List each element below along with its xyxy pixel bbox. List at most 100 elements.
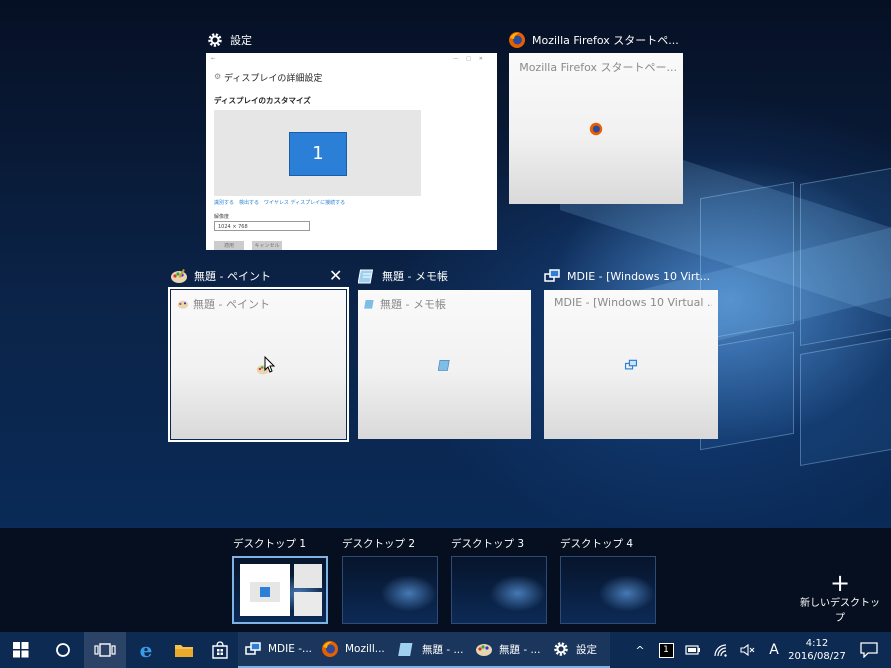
display-links: 識別する 検出する ワイヤレス ディスプレイに接続する <box>214 200 346 206</box>
task-view-button[interactable] <box>84 632 126 668</box>
folder-icon <box>175 645 193 657</box>
notepad-icon <box>398 643 413 656</box>
settings-panel-title: ディスプレイの詳細設定 <box>224 74 323 84</box>
apply-button: 適用 <box>214 241 244 250</box>
start-button[interactable] <box>0 632 42 668</box>
network-button[interactable] <box>707 632 735 668</box>
desktop-thumbnail-1[interactable] <box>232 556 328 624</box>
close-window-button[interactable]: ✕ <box>329 268 342 284</box>
battery-button[interactable] <box>679 632 707 668</box>
mdie-windows-icon <box>544 269 560 282</box>
window-thumbnail-mdie[interactable]: MDIE - [Windows 10 Virtual ... <box>544 290 718 439</box>
notepad-icon <box>364 300 374 309</box>
resolution-label: 解像度 <box>214 214 230 220</box>
window-title-text: 設定 <box>230 34 252 47</box>
clock-time: 4:12 <box>805 638 829 649</box>
desktop-thumbnail-3[interactable] <box>451 556 547 624</box>
monitor-1: 1 <box>289 132 347 176</box>
back-arrow-icon: ← <box>211 56 216 62</box>
mini-screen <box>260 587 270 597</box>
file-explorer-button[interactable] <box>166 632 202 668</box>
thumbnail-caption: Mozilla Firefox スタートペー... <box>519 61 677 74</box>
notepad-icon <box>358 269 374 284</box>
window-thumbnail-firefox[interactable]: Mozilla Firefox スタートペー... <box>509 53 683 204</box>
thumbnail-caption: MDIE - [Windows 10 Virtual ... <box>554 296 712 309</box>
clock-date: 2016/08/27 <box>788 651 846 662</box>
mini-window <box>294 592 322 616</box>
volume-muted-icon <box>740 643 755 657</box>
monitor-arrangement: 1 <box>214 110 421 196</box>
window-thumbnail-paint[interactable]: 無題 - ペイント <box>168 287 349 442</box>
desktop-label-2: デスクトップ 2 <box>342 538 416 550</box>
task-view-icon <box>94 643 116 657</box>
firefox-icon <box>589 122 603 135</box>
paint-palette-icon <box>177 300 189 309</box>
cancel-button: キャンセル <box>252 241 282 250</box>
taskbar-app-paint[interactable]: 無題 - ... <box>469 632 546 668</box>
mini-window <box>240 564 290 616</box>
settings-section-title: ディスプレイのカスタマイズ <box>214 96 311 105</box>
wifi-icon <box>714 644 727 657</box>
cortana-circle-icon <box>56 643 70 657</box>
action-center-button[interactable] <box>847 632 891 668</box>
gear-icon <box>554 642 568 656</box>
cortana-button[interactable] <box>42 632 84 668</box>
taskbar-app-label: MDIE -... <box>268 643 313 655</box>
battery-icon <box>685 645 700 655</box>
window-title-mdie[interactable]: MDIE - [Windows 10 Virt... <box>543 264 719 288</box>
show-hidden-icons-button[interactable]: ^ <box>627 632 653 668</box>
mdie-windows-icon <box>624 359 638 369</box>
plus-icon: + <box>829 569 851 597</box>
taskbar-app-label: Mozill... <box>345 643 385 655</box>
windows-logo-icon <box>13 642 29 658</box>
taskbar-app-firefox[interactable]: Mozill... <box>315 632 392 668</box>
taskbar-app-label: 無題 - ... <box>422 643 464 656</box>
badge-count: 1 <box>658 642 674 658</box>
gear-icon: ⚙ <box>214 72 222 81</box>
desktop-label-3: デスクトップ 3 <box>451 538 525 550</box>
mini-window <box>294 564 322 588</box>
store-button[interactable] <box>202 632 238 668</box>
virtual-desktop-strip: デスクトップ 1 デスクトップ 2 デスクトップ 3 デスクトップ 4 <box>0 528 891 632</box>
clock-button[interactable]: 4:12 2016/08/27 <box>787 632 847 668</box>
ime-mode-button[interactable]: A <box>761 632 787 668</box>
ime-mode-indicator: A <box>769 642 779 658</box>
chevron-up-icon: ^ <box>635 643 645 657</box>
window-title-text: Mozilla Firefox スタートペ... <box>532 34 679 47</box>
taskbar-app-notepad[interactable]: 無題 - ... <box>392 632 469 668</box>
firefox-icon <box>322 641 338 657</box>
new-desktop-button[interactable]: + 新しいデスクトップ <box>800 569 880 624</box>
paint-palette-icon <box>476 644 492 656</box>
window-title-notepad[interactable]: 無題 - メモ帳 <box>358 264 530 288</box>
desktop-label-4: デスクトップ 4 <box>560 538 634 550</box>
desktop-label-1: デスクトップ 1 <box>233 538 307 550</box>
thumbnail-caption: 無題 - ペイント <box>193 298 270 311</box>
notification-badge-button[interactable]: 1 <box>653 632 679 668</box>
action-center-icon <box>860 642 878 658</box>
mdie-windows-icon <box>245 642 261 655</box>
store-bag-icon <box>212 641 228 659</box>
desktop-thumbnail-2[interactable] <box>342 556 438 624</box>
edge-icon: e <box>139 638 153 662</box>
window-title-settings[interactable]: 設定 <box>206 28 496 52</box>
mouse-cursor-icon <box>264 356 276 373</box>
volume-button[interactable] <box>735 632 761 668</box>
taskbar-app-label: 設定 <box>576 643 597 656</box>
desktop-thumbnail-4[interactable] <box>560 556 656 624</box>
window-title-text: MDIE - [Windows 10 Virt... <box>567 269 711 283</box>
window-title-paint[interactable]: 無題 - ペイント <box>170 264 320 288</box>
taskbar-app-mdie[interactable]: MDIE -... <box>238 632 315 668</box>
notepad-icon <box>437 359 450 371</box>
gear-icon <box>208 33 222 47</box>
window-title-text: 無題 - ペイント <box>194 270 271 283</box>
mini-monitor-area <box>250 582 280 602</box>
window-controls: —□✕ <box>453 56 491 62</box>
paint-palette-icon <box>171 269 187 283</box>
window-thumbnail-notepad[interactable]: 無題 - メモ帳 <box>358 290 531 439</box>
window-thumbnail-settings[interactable]: ← —□✕ ⚙ ディスプレイの詳細設定 ディスプレイのカスタマイズ 1 識別する… <box>206 53 497 250</box>
window-title-firefox[interactable]: Mozilla Firefox スタートペ... <box>508 28 684 52</box>
window-title-text: 無題 - メモ帳 <box>382 270 448 283</box>
taskbar-app-settings[interactable]: 設定 <box>546 632 610 668</box>
edge-button[interactable]: e <box>126 632 166 668</box>
firefox-icon <box>509 32 525 48</box>
